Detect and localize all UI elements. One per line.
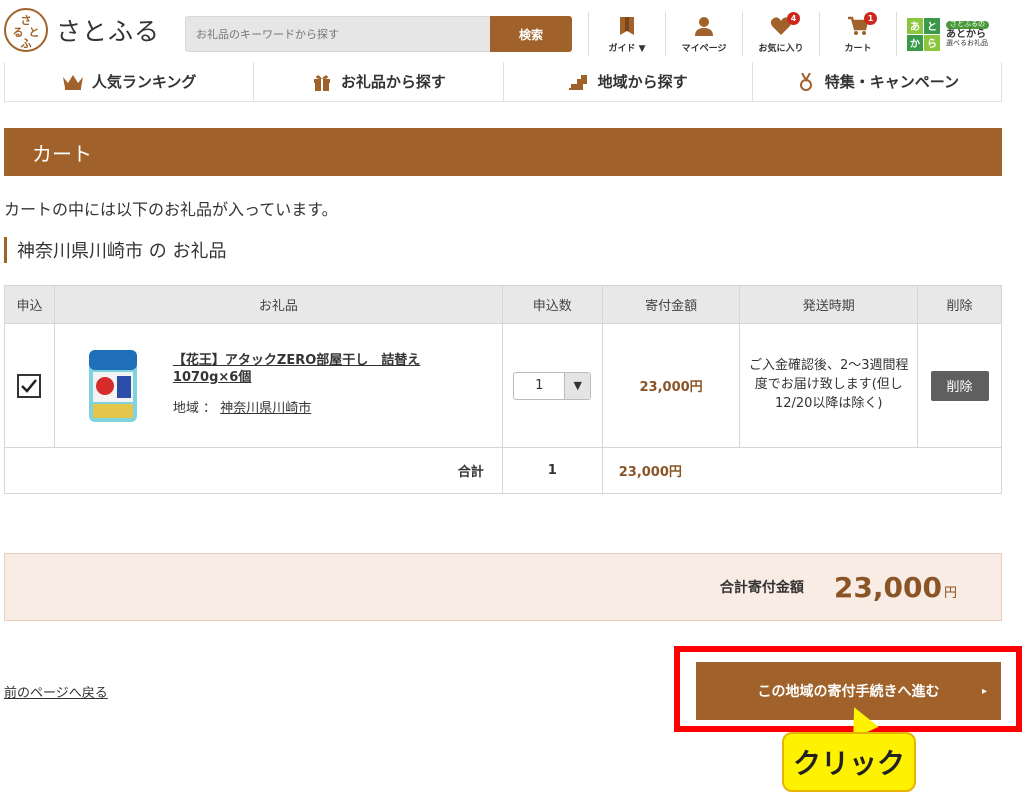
medal-icon — [799, 72, 812, 91]
search-input[interactable] — [185, 16, 491, 52]
total-row: 合計 1 23,000円 — [4, 447, 1003, 494]
nav-gifts[interactable]: お礼品から探す — [253, 62, 502, 101]
atokara-char: と — [924, 17, 940, 34]
nav-campaign[interactable]: 特集・キャンペーン — [751, 62, 1002, 101]
delete-cell: 削除 — [917, 323, 1002, 448]
donation-summary: 合計寄付金額 23,000 円 — [4, 553, 1002, 621]
area-label: 地域 ： — [172, 400, 217, 416]
cart-intro-text: カートの中には以下のお礼品が入っています。 — [4, 200, 338, 219]
proceed-label: この地域の寄付手続きへ進む — [757, 684, 940, 700]
table-row: 【花王】アタックZERO部屋干し 詰替え1070g×6個 地域 ： 神奈川県川崎… — [4, 323, 1002, 448]
nav-region[interactable]: 地域から探す — [502, 62, 752, 101]
nav-campaign-label: 特集・キャンペーン — [824, 73, 959, 91]
amount-cell: 23,000円 — [601, 323, 741, 448]
quantity-value: 1 — [535, 378, 544, 393]
atokara-line1: あとから — [946, 28, 986, 40]
logo-mark-icon: さ る と ふ — [13, 14, 40, 49]
apply-cell — [4, 323, 55, 448]
cart-link[interactable]: 1 カート — [819, 12, 896, 56]
summary-amount: 23,000 — [833, 570, 942, 604]
click-callout: クリック — [782, 732, 916, 792]
favorites-label: お気に入り — [758, 44, 804, 54]
area-link[interactable]: 神奈川県川崎市 — [220, 401, 311, 416]
delete-button[interactable]: 削除 — [930, 370, 989, 401]
logo-text: さとふる — [56, 17, 161, 46]
header-delete: 削除 — [917, 285, 1002, 324]
nav-gifts-label: お礼品から探す — [340, 73, 446, 91]
table-header-row: 申込 お礼品 申込数 寄付金額 発送時期 削除 — [4, 285, 1002, 324]
atokara-char: あ — [907, 17, 923, 34]
apply-checkbox[interactable] — [17, 373, 42, 398]
header-gift: お礼品 — [53, 285, 503, 324]
header-icons: ガイド ▼ マイページ 4 お気に入り 1 カート あ と か ら さとふるの … — [588, 12, 996, 56]
nav-ranking[interactable]: 人気ランキング — [4, 62, 253, 101]
total-quantity: 1 — [501, 447, 603, 494]
logo-mark: さ る と ふ — [4, 8, 48, 52]
favorites-link[interactable]: 4 お気に入り — [742, 12, 819, 56]
gift-icon — [313, 74, 330, 91]
product: 【花王】アタックZERO部屋干し 詰替え1070g×6個 地域 ： 神奈川県川崎… — [55, 346, 502, 426]
search-button[interactable]: 検索 — [490, 16, 572, 52]
site-logo[interactable]: さ る と ふ さとふる — [4, 8, 160, 52]
back-link[interactable]: 前のページへ戻る — [4, 682, 108, 701]
quantity-cell: 1 ▼ — [501, 323, 603, 448]
total-label: 合計 — [4, 447, 503, 494]
summary-label: 合計寄付金額 — [719, 580, 804, 596]
page-title: カート — [4, 128, 1002, 176]
nav-ranking-label: 人気ランキング — [91, 73, 197, 91]
product-info: 【花王】アタックZERO部屋干し 詰替え1070g×6個 地域 ： 神奈川県川崎… — [173, 346, 473, 416]
region-icon — [568, 74, 587, 90]
atokara-tag: さとふるの — [946, 20, 989, 29]
nav-region-label: 地域から探す — [597, 73, 688, 91]
atokara-text: さとふるの あとから 選べるお礼品 — [946, 20, 989, 47]
cart-badge: 1 — [864, 12, 877, 25]
check-icon — [21, 378, 38, 393]
svg-text:ふ: ふ — [21, 37, 32, 49]
region-heading: 神奈川県川崎市 の お礼品 — [4, 237, 226, 263]
summary-unit: 円 — [943, 585, 957, 601]
guide-label: ガイド ▼ — [608, 44, 646, 54]
mypage-link[interactable]: マイページ — [665, 12, 742, 56]
book-icon — [620, 17, 634, 35]
quantity-select[interactable]: 1 ▼ — [513, 371, 592, 400]
crown-icon — [62, 74, 83, 90]
shipping-cell: ご入金確認後、2～3週間程度でお届け致します(但し12/20以降は除く) — [739, 323, 919, 448]
atokara-logo: あ と か ら — [907, 17, 940, 51]
gift-cell: 【花王】アタックZERO部屋干し 詰替え1070g×6個 地域 ： 神奈川県川崎… — [53, 323, 503, 448]
atokara-char: ら — [924, 34, 940, 51]
atokara-char: か — [907, 34, 923, 51]
cart-table: 申込 お礼品 申込数 寄付金額 発送時期 削除 【花王】アタックZERO部屋干し… — [4, 285, 1003, 494]
product-image[interactable] — [83, 346, 143, 426]
atokara-link[interactable]: あ と か ら さとふるの あとから 選べるお礼品 — [896, 12, 996, 56]
header-amount: 寄付金額 — [601, 285, 741, 324]
user-icon — [695, 17, 713, 36]
main-nav: 人気ランキング お礼品から探す 地域から探す 特集・キャンペーン — [4, 62, 1002, 102]
guide-menu[interactable]: ガイド ▼ — [588, 12, 665, 56]
favorites-badge: 4 — [787, 12, 800, 25]
arrow-right-icon: ▸ — [981, 685, 987, 697]
product-area: 地域 ： 神奈川県川崎市 — [173, 397, 473, 416]
atokara-line2: 選べるお礼品 — [946, 38, 988, 47]
total-amount: 23,000円 — [601, 447, 1003, 494]
header-shipping: 発送時期 — [739, 285, 919, 324]
cart-label: カート — [844, 44, 872, 54]
dropdown-arrow-icon: ▼ — [564, 372, 591, 399]
mypage-label: マイページ — [681, 44, 727, 54]
header-quantity: 申込数 — [501, 285, 603, 324]
header-apply: 申込 — [4, 285, 55, 324]
product-name-link[interactable]: 【花王】アタックZERO部屋干し 詰替え1070g×6個 — [173, 352, 473, 387]
